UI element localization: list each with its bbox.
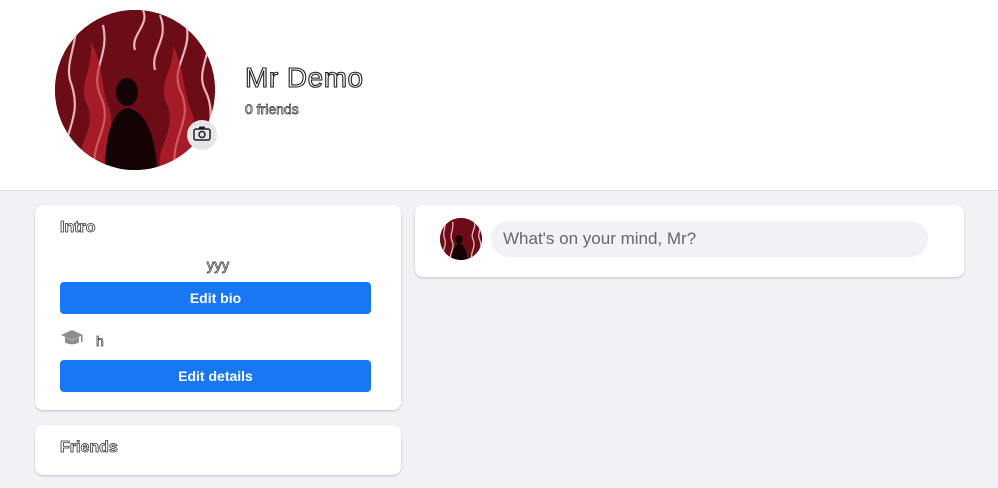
bio-text: yyy — [206, 257, 230, 275]
intro-card: Intro yyy Edit bio h Edit details — [35, 205, 401, 410]
profile-avatar-container — [55, 10, 217, 170]
friends-card: Friends — [35, 425, 401, 475]
graduation-cap-icon — [60, 329, 84, 352]
education-detail: h — [60, 329, 104, 352]
edit-bio-button[interactable]: Edit bio — [60, 282, 371, 314]
camera-icon — [193, 125, 211, 146]
profile-name: Mr Demo — [244, 61, 364, 93]
status-input[interactable] — [491, 221, 928, 257]
intro-title: Intro — [60, 219, 96, 237]
edit-details-button[interactable]: Edit details — [60, 360, 371, 392]
friends-title[interactable]: Friends — [60, 439, 119, 457]
friends-count[interactable]: 0 friends — [245, 101, 299, 118]
education-text: h — [96, 332, 104, 349]
change-avatar-button[interactable] — [187, 120, 217, 150]
composer-avatar[interactable] — [440, 218, 482, 260]
post-composer-card — [415, 205, 964, 277]
profile-header: Mr Demo 0 friends — [0, 0, 998, 191]
